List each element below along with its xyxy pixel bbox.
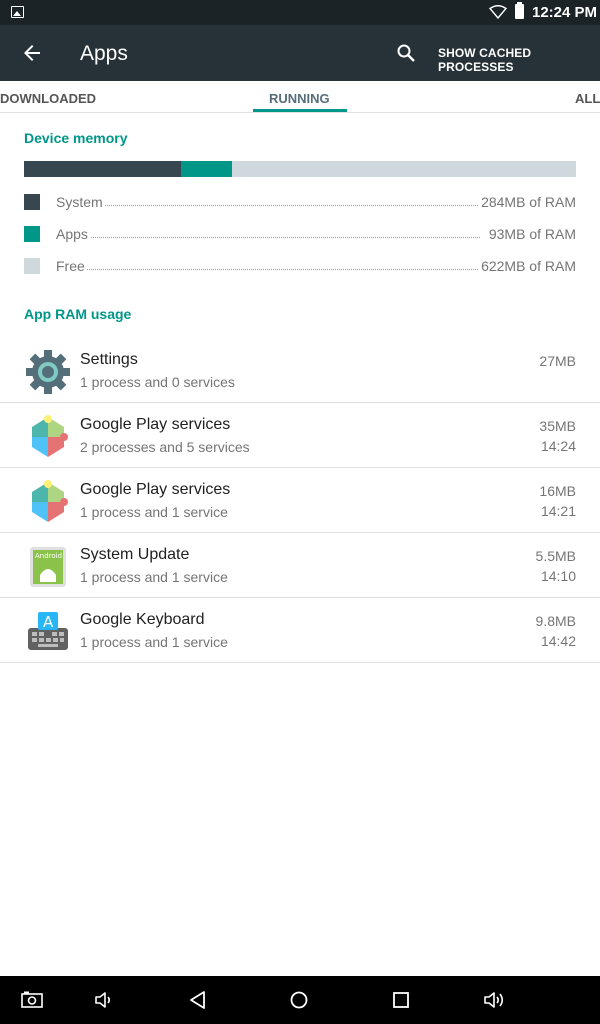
tab-bar: DOWNLOADED RUNNING ALL: [0, 81, 600, 113]
tab-all[interactable]: ALL: [575, 91, 600, 106]
wifi-icon: [489, 5, 507, 19]
memory-bar-free-segment: [232, 161, 576, 177]
app-row-settings[interactable]: Settings 1 process and 0 services 27MB: [0, 338, 600, 403]
recents-square-icon[interactable]: [389, 988, 413, 1012]
legend-swatch: [24, 258, 40, 274]
legend-leader-dots: [56, 269, 480, 270]
google-play-services-icon: [32, 480, 68, 522]
legend-value: 284MB of RAM: [479, 194, 576, 210]
legend-swatch: [24, 226, 40, 242]
app-process-detail: 1 process and 1 service: [80, 569, 228, 585]
volume-down-icon[interactable]: [92, 988, 116, 1012]
legend-leader-dots: [56, 205, 480, 206]
app-row-google-play-services[interactable]: Google Play services 2 processes and 5 s…: [0, 403, 600, 468]
memory-usage-bar: [24, 161, 576, 177]
app-process-detail: 1 process and 1 service: [80, 634, 228, 650]
app-row-google-play-services[interactable]: Google Play services 1 process and 1 ser…: [0, 468, 600, 533]
app-toolbar: Apps SHOW CACHED PROCESSES: [0, 25, 600, 81]
app-process-detail: 1 process and 0 services: [80, 374, 235, 390]
app-row-system-update[interactable]: Android System Update 1 process and 1 se…: [0, 533, 600, 598]
screenshot-icon[interactable]: [20, 988, 44, 1012]
volume-up-icon[interactable]: [482, 988, 506, 1012]
legend-value: 93MB of RAM: [486, 226, 576, 242]
legend-swatch: [24, 194, 40, 210]
google-play-services-icon: [32, 415, 68, 457]
settings-gear-icon: [26, 350, 70, 394]
legend-label: Free: [56, 258, 87, 274]
status-bar: 12:24 PM: [0, 0, 600, 25]
app-ram-size: 35MB: [539, 418, 576, 434]
memory-legend-apps: Apps 93MB of RAM: [24, 224, 576, 244]
app-ram-size: 16MB: [539, 483, 576, 499]
legend-leader-dots: [56, 237, 480, 238]
app-run-time: 14:10: [540, 568, 576, 584]
show-cached-processes-button[interactable]: SHOW CACHED PROCESSES: [438, 46, 600, 74]
memory-legend-free: Free 622MB of RAM: [24, 256, 576, 276]
app-process-detail: 1 process and 1 service: [80, 504, 228, 520]
image-notification-icon: [11, 6, 24, 18]
app-ram-size: 27MB: [539, 353, 576, 369]
app-row-google-keyboard[interactable]: A Google Keyboard 1 process and 1 servic…: [0, 598, 600, 663]
page-title: Apps: [80, 42, 128, 65]
system-navigation-bar: [0, 976, 600, 1024]
home-circle-icon[interactable]: [287, 988, 311, 1012]
google-keyboard-icon: A: [28, 612, 68, 650]
app-ram-size: 5.5MB: [535, 548, 576, 564]
app-process-detail: 2 processes and 5 services: [80, 439, 250, 455]
app-name: System Update: [80, 546, 190, 563]
memory-legend-system: System 284MB of RAM: [24, 192, 576, 212]
app-name: Google Play services: [80, 416, 231, 433]
tab-selected-indicator: [253, 109, 347, 112]
app-name: Settings: [80, 351, 138, 368]
keyboard-key-letter: A: [43, 613, 54, 631]
app-run-time: 14:42: [540, 633, 576, 649]
app-name: Google Play services: [80, 481, 231, 498]
app-run-time: 14:24: [540, 438, 576, 454]
legend-label: System: [56, 194, 105, 210]
legend-label: Apps: [56, 226, 90, 242]
system-update-android-icon: Android: [30, 547, 66, 587]
battery-icon: [515, 2, 524, 19]
memory-bar-system-segment: [24, 161, 181, 177]
legend-value: 622MB of RAM: [479, 258, 576, 274]
app-ram-size: 9.8MB: [535, 613, 576, 629]
app-name: Google Keyboard: [80, 611, 205, 628]
back-triangle-icon[interactable]: [186, 988, 210, 1012]
search-icon[interactable]: [394, 41, 418, 65]
android-label: Android: [35, 552, 62, 560]
tab-downloaded[interactable]: DOWNLOADED: [0, 91, 96, 106]
device-memory-heading: Device memory: [24, 130, 128, 146]
memory-bar-apps-segment: [180, 161, 233, 177]
app-ram-usage-heading: App RAM usage: [24, 306, 132, 322]
arrow-back-icon[interactable]: [20, 41, 44, 65]
app-run-time: 14:21: [540, 503, 576, 519]
status-time: 12:24 PM: [532, 4, 598, 21]
tab-running[interactable]: RUNNING: [269, 91, 330, 106]
